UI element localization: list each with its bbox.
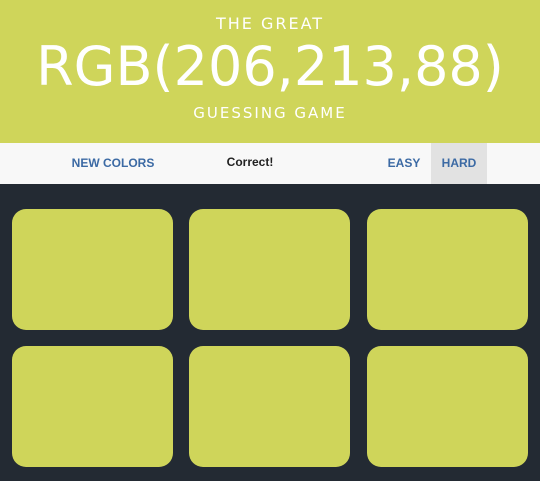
new-colors-button[interactable]: NEW COLORS [68,143,158,184]
color-square[interactable] [12,209,173,330]
rgb-color-display: RGB(206,213,88) [36,35,504,98]
color-square[interactable] [189,346,350,467]
easy-mode-button[interactable]: EASY [381,143,427,184]
color-square[interactable] [12,346,173,467]
controls-stripe: NEW COLORS Correct! EASY HARD [0,143,540,184]
hard-mode-button[interactable]: HARD [431,143,487,184]
title-line-guessing-game: GUESSING GAME [193,104,347,122]
color-squares-grid [0,184,540,481]
status-message: Correct! [226,155,274,169]
title-line-the-great: THE GREAT [215,14,325,33]
color-square[interactable] [367,209,528,330]
game-header: THE GREAT RGB(206,213,88) GUESSING GAME [0,0,540,143]
color-square[interactable] [367,346,528,467]
color-square[interactable] [189,209,350,330]
